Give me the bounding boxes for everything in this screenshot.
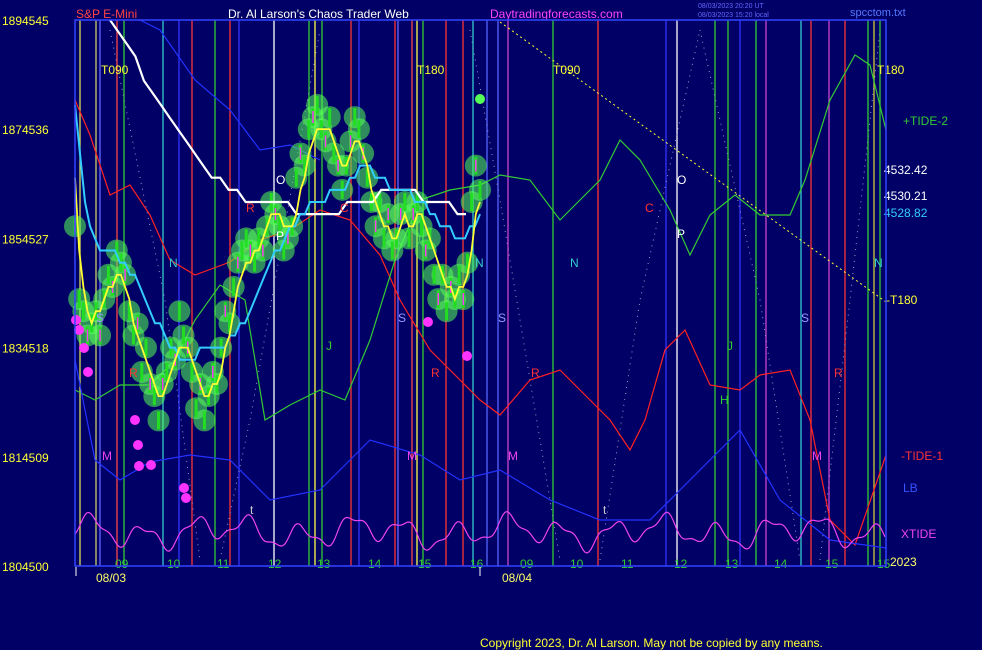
cycle-letter: C	[340, 201, 349, 215]
cycle-letter: O	[276, 173, 285, 187]
yellow-average	[74, 128, 481, 397]
y-tick-right-label: 4518	[22, 342, 49, 356]
x-date-label: 08/04	[502, 571, 532, 585]
cycle-letter: H	[720, 393, 729, 407]
cycle-letter: S	[801, 311, 809, 325]
low-marker	[181, 493, 191, 503]
cycle-letter: S	[498, 311, 506, 325]
x-hour-label: 09	[520, 557, 534, 571]
price-label-3: 4528.82	[884, 206, 928, 220]
dotted-forecast	[469, 29, 561, 561]
x-date-label: 08/03	[96, 571, 126, 585]
cycle-letter: J	[727, 339, 733, 353]
dotted-forecast	[599, 29, 701, 561]
timestamp-ut: 08/03/2023 20:20 UT	[698, 3, 764, 10]
cycle-letter: R	[246, 201, 255, 215]
low-marker	[133, 440, 143, 450]
y-tick-left-label: 187	[2, 123, 22, 137]
low-marker	[83, 367, 93, 377]
cycle-letter: R	[431, 366, 440, 380]
y-tick-right-label: 4545	[22, 14, 49, 28]
cycle-letter: M	[812, 449, 822, 463]
low-marker	[130, 415, 140, 425]
left-title: S&P E-Mini	[76, 7, 137, 21]
low-marker	[71, 315, 81, 325]
center-title: Dr. Al Larson's Chaos Trader Web	[228, 7, 409, 21]
y-tick-left-label: 189	[2, 14, 22, 28]
cycle-letter: R	[531, 366, 540, 380]
low-marker	[79, 343, 89, 353]
top-cycle-label: T180	[417, 63, 445, 77]
xtide-label: XTIDE	[901, 527, 936, 541]
x-hour-label: 10	[570, 557, 584, 571]
site-link[interactable]: Daytradingforecasts.com	[490, 7, 623, 21]
cycle-letter: R	[834, 366, 843, 380]
cycle-letter: S	[398, 311, 406, 325]
year-label: 2023	[890, 555, 917, 569]
price-label-1: 4532.42	[884, 163, 928, 177]
y-tick-left-label: 185	[2, 232, 22, 246]
x-hour-label: 13	[317, 557, 331, 571]
y-tick-right-label: 4500	[22, 560, 49, 574]
xtide-curve	[74, 510, 886, 554]
low-marker	[134, 461, 144, 471]
x-hour-label: 11	[621, 557, 634, 571]
cycle-letter: N	[169, 256, 178, 270]
x-hour-label: 12	[674, 557, 688, 571]
cycle-letter: P	[276, 229, 284, 243]
x-hour-label: 09	[115, 557, 129, 571]
tide1-label: -TIDE-1	[901, 449, 943, 463]
low-marker	[146, 460, 156, 470]
x-hour-label: 15	[877, 557, 891, 571]
cycle-letter: S	[96, 311, 104, 325]
top-cycle-label: T180	[877, 63, 905, 77]
low-marker	[462, 351, 472, 361]
y-tick-right-label: 4536	[22, 123, 49, 137]
lb-label: LB	[903, 481, 918, 495]
cycle-letter: R	[129, 366, 138, 380]
cycle-letter: O	[677, 173, 686, 187]
x-hour-label: 16	[470, 557, 484, 571]
price-series	[64, 19, 491, 503]
high-marker	[475, 94, 485, 104]
x-hour-label: 15	[825, 557, 839, 571]
cycle-letter: t	[250, 503, 254, 517]
low-marker	[423, 317, 433, 327]
cycle-letter: M	[508, 449, 518, 463]
cycle-letter: C	[645, 201, 654, 215]
cycle-letter: J	[326, 339, 332, 353]
cycle-letter: N	[570, 256, 579, 270]
y-tick-left-label: 183	[2, 342, 22, 356]
tide2-label: +TIDE-2	[903, 114, 948, 128]
y-tick-right-label: 4509	[22, 451, 49, 465]
x-hour-label: 15	[418, 557, 432, 571]
x-hour-label: 11	[217, 557, 230, 571]
cycle-letter: M	[407, 449, 417, 463]
cycle-letter: t	[603, 503, 607, 517]
copyright: Copyright 2023, Dr. Al Larson. May not b…	[480, 636, 823, 650]
timestamp-local: 08/03/2023 15:20 local	[698, 12, 769, 19]
top-cycle-label: T090	[553, 63, 581, 77]
y-tick-right-label: 4527	[22, 232, 49, 246]
cycle-letter: M	[102, 449, 112, 463]
price-label-2: 4530.21	[884, 189, 928, 203]
x-hour-label: 10	[167, 557, 181, 571]
y-tick-left-label: 180	[2, 560, 22, 574]
x-hour-label: 12	[268, 557, 282, 571]
y-tick-left-label: 181	[2, 451, 22, 465]
cycle-letter: P	[677, 227, 685, 241]
file-name: spcctom.txt	[850, 7, 906, 19]
cycle-letter: N	[475, 256, 484, 270]
x-hour-label: 13	[725, 557, 739, 571]
chaos-trader-chart: 189 4545187 4536185 4527183 4518181 4509180 45…	[2, 3, 948, 650]
low-marker	[179, 483, 189, 493]
x-hour-label: 14	[368, 557, 382, 571]
top-cycle-label: T090	[101, 63, 129, 77]
cycle-letter: N	[874, 256, 883, 270]
x-hour-label: 14	[774, 557, 788, 571]
t180-label: -T180	[886, 293, 918, 307]
